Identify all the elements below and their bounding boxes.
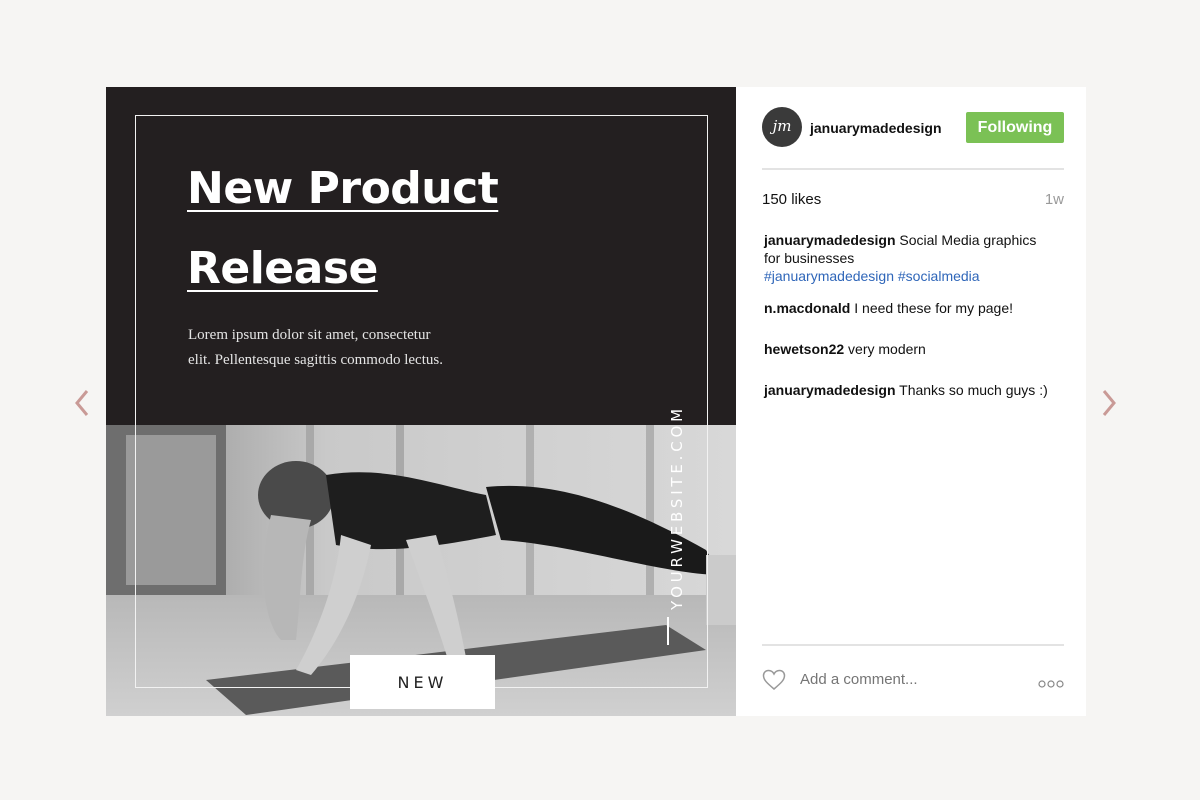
username-link[interactable]: januarymadedesign	[810, 120, 942, 136]
comment-text: Thanks so much guys :)	[895, 382, 1048, 398]
headline-line-1: New Product	[187, 163, 499, 214]
body-line-2: elit. Pellentesque sagittis commodo lect…	[188, 352, 443, 368]
new-tag: NEW	[350, 655, 495, 709]
post-sidebar: jm januarymadedesign Following 150 likes…	[736, 87, 1086, 716]
body-text: Lorem ipsum dolor sit amet, consectetur …	[188, 323, 488, 373]
previous-arrow-button[interactable]	[72, 388, 92, 418]
more-options-button[interactable]	[1038, 676, 1064, 688]
body-line-1: Lorem ipsum dolor sit amet, consectetur	[188, 327, 431, 343]
comment: januarymadedesign Thanks so much guys :)	[764, 381, 1064, 399]
comment-author[interactable]: n.macdonald	[764, 300, 850, 316]
comment-text: I need these for my page!	[850, 300, 1014, 316]
comment-author[interactable]: hewetson22	[764, 341, 844, 357]
chevron-left-icon	[75, 390, 89, 416]
post-age: 1w	[1044, 191, 1064, 208]
headline: New Product Release	[187, 149, 607, 309]
post-caption: januarymadedesign Social Media graphics …	[764, 231, 1044, 285]
caption-hashtags[interactable]: #januarymadedesign #socialmedia	[764, 268, 980, 284]
post-image[interactable]: New Product Release Lorem ipsum dolor si…	[106, 87, 736, 716]
avatar[interactable]: jm	[762, 107, 802, 147]
website-text: YOURWEBSITE.COM	[668, 405, 686, 610]
header-divider	[762, 168, 1064, 170]
comment-author[interactable]: januarymadedesign	[764, 382, 896, 398]
chevron-right-icon	[1102, 390, 1116, 416]
comment: n.macdonald I need these for my page!	[764, 299, 1064, 317]
caption-author[interactable]: januarymadedesign	[764, 232, 896, 248]
heart-icon	[762, 669, 786, 690]
next-arrow-button[interactable]	[1099, 388, 1119, 418]
comment-text: very modern	[844, 341, 926, 357]
website-divider	[667, 617, 669, 645]
add-comment-input[interactable]	[800, 671, 1000, 688]
following-button[interactable]: Following	[966, 112, 1064, 143]
headline-line-2: Release	[187, 243, 378, 294]
post-card: New Product Release Lorem ipsum dolor si…	[106, 87, 1086, 716]
more-dots-icon	[1038, 680, 1064, 688]
footer-divider	[762, 644, 1064, 646]
comment: hewetson22 very modern	[764, 340, 1064, 358]
like-button[interactable]	[762, 669, 786, 691]
likes-count[interactable]: 150 likes	[762, 191, 821, 208]
